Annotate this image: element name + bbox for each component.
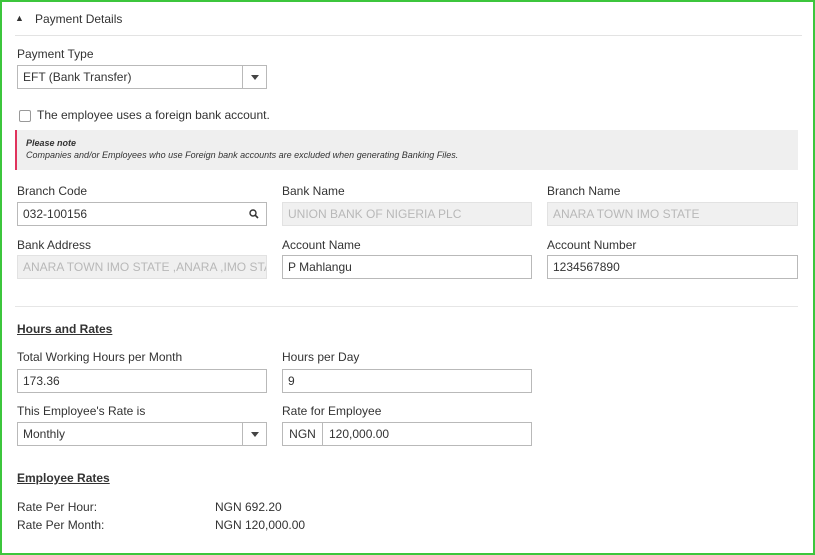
rate-is-value: Monthly	[23, 427, 66, 441]
branch-name-input: ANARA TOWN IMO STATE	[547, 202, 798, 226]
payment-type-value: EFT (Bank Transfer)	[23, 70, 132, 84]
foreign-account-note: Please note Companies and/or Employees w…	[15, 130, 798, 170]
currency-addon: NGN	[283, 423, 323, 445]
branch-name-label: Branch Name	[547, 184, 621, 198]
account-name-input[interactable]: P Mahlangu	[282, 255, 532, 279]
bank-name-label: Bank Name	[282, 184, 345, 198]
account-number-input[interactable]: 1234567890	[547, 255, 798, 279]
hours-and-rates-heading: Hours and Rates	[17, 322, 113, 336]
rate-per-hour-label: Rate Per Hour:	[17, 500, 98, 514]
payment-type-label: Payment Type	[17, 47, 94, 61]
payment-details-header[interactable]: ▲ Payment Details	[15, 10, 802, 36]
total-working-hours-label: Total Working Hours per Month	[17, 350, 183, 364]
account-number-label: Account Number	[547, 238, 637, 252]
branch-code-input[interactable]: 032-100156	[17, 202, 267, 226]
rate-is-dropdown-button[interactable]	[242, 423, 266, 445]
rate-for-employee-value: 120,000.00	[329, 427, 390, 441]
foreign-account-checkbox[interactable]	[19, 110, 31, 122]
section-title: Payment Details	[35, 12, 123, 26]
branch-code-label: Branch Code	[17, 184, 88, 198]
bank-address-label: Bank Address	[17, 238, 92, 252]
rate-for-employee-input[interactable]: NGN 120,000.00	[282, 422, 532, 446]
note-title: Please note	[26, 138, 77, 148]
bank-name-input: UNION BANK OF NIGERIA PLC	[282, 202, 532, 226]
rate-is-label: This Employee's Rate is	[17, 404, 146, 418]
payment-type-select[interactable]: EFT (Bank Transfer)	[17, 65, 267, 89]
foreign-account-label[interactable]: The employee uses a foreign bank account…	[37, 108, 270, 122]
total-working-hours-input[interactable]: 173.36	[17, 369, 267, 393]
payment-type-dropdown-button[interactable]	[242, 66, 266, 88]
account-name-label: Account Name	[282, 238, 361, 252]
branch-code-value: 032-100156	[23, 207, 88, 221]
note-body: Companies and/or Employees who use Forei…	[26, 150, 459, 160]
rate-per-month-value: NGN 120,000.00	[215, 518, 306, 532]
rate-is-select[interactable]: Monthly	[17, 422, 267, 446]
hours-per-day-label: Hours per Day	[282, 350, 360, 364]
hours-per-day-input[interactable]: 9	[282, 369, 532, 393]
rate-per-hour-value: NGN 692.20	[215, 500, 282, 514]
rate-per-month-label: Rate Per Month:	[17, 518, 105, 532]
search-icon[interactable]	[249, 209, 259, 219]
rate-for-employee-label: Rate for Employee	[282, 404, 382, 418]
employee-rates-heading: Employee Rates	[17, 471, 110, 485]
caret-up-icon[interactable]: ▲	[15, 13, 24, 23]
section-divider	[15, 306, 798, 307]
chevron-down-icon	[250, 74, 259, 80]
chevron-down-icon	[250, 431, 259, 437]
bank-address-input: ANARA TOWN IMO STATE ,ANARA ,IMO STATE	[17, 255, 267, 279]
